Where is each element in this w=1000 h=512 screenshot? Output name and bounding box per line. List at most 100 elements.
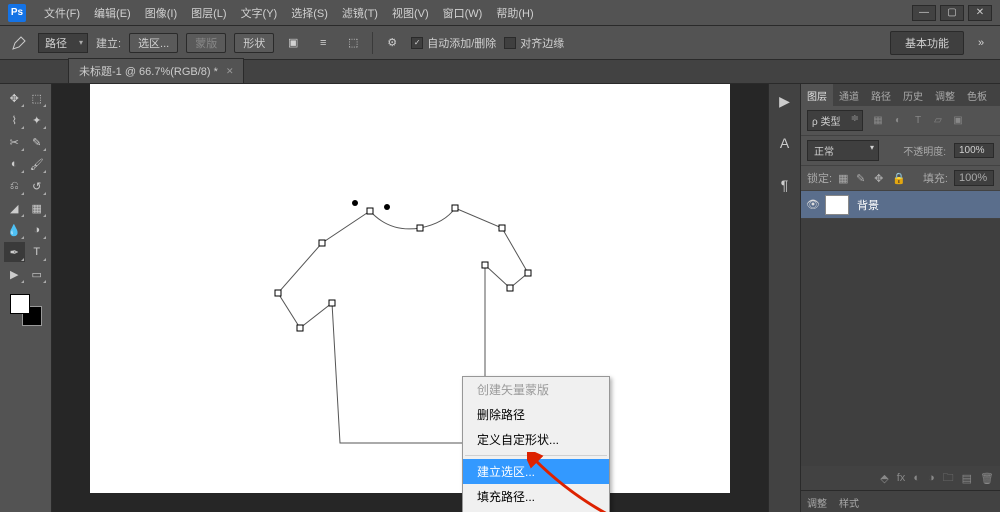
fx-icon[interactable]: fx <box>897 472 906 484</box>
wand-tool[interactable]: ✦ <box>27 110 48 130</box>
new-layer-icon[interactable]: ▤ <box>962 472 972 485</box>
minimize-button[interactable]: — <box>912 5 936 21</box>
ctx-make-selection[interactable]: 建立选区... <box>463 459 609 484</box>
filter-smart-icon[interactable]: ▣ <box>951 114 965 128</box>
menu-view[interactable]: 视图(V) <box>386 2 435 24</box>
selection-button[interactable]: 选区... <box>129 33 178 53</box>
close-button[interactable]: ✕ <box>968 5 992 21</box>
trash-icon[interactable]: 🗑 <box>980 472 994 485</box>
brush-tool[interactable]: 🖌 <box>27 154 48 174</box>
menu-help[interactable]: 帮助(H) <box>490 2 539 24</box>
gear-icon[interactable]: ⚙ <box>381 32 403 54</box>
menu-select[interactable]: 选择(S) <box>285 2 334 24</box>
lock-trans-icon[interactable]: ▦ <box>838 172 850 184</box>
basic-function-button[interactable]: 基本功能 <box>890 31 964 55</box>
tab-history[interactable]: 历史 <box>897 84 929 106</box>
layer-list: 👁 背景 <box>801 191 1000 466</box>
crop-tool[interactable]: ✂ <box>4 132 25 152</box>
paragraph-icon[interactable]: ¶ <box>775 176 795 194</box>
filter-shape-icon[interactable]: ▱ <box>931 114 945 128</box>
ctx-fill-path[interactable]: 填充路径... <box>463 484 609 509</box>
ctx-delete-path[interactable]: 删除路径 <box>463 402 609 427</box>
tab-layers[interactable]: 图层 <box>801 84 833 106</box>
adjust-layer-icon[interactable]: ◑ <box>928 472 935 484</box>
shape-tool[interactable]: ▭ <box>27 264 48 284</box>
gradient-tool[interactable]: ▦ <box>27 198 48 218</box>
lasso-tool[interactable]: ⌇ <box>4 110 25 130</box>
ctx-define-shape[interactable]: 定义自定形状... <box>463 427 609 452</box>
document-tab[interactable]: 未标题-1 @ 66.7%(RGB/8) * ✕ <box>68 58 244 83</box>
blur-tool[interactable]: 💧 <box>4 220 25 240</box>
tab-adjust[interactable]: 调整 <box>929 84 961 106</box>
layer-name[interactable]: 背景 <box>857 197 879 213</box>
tab-color[interactable]: 色板 <box>961 84 993 106</box>
play-icon[interactable]: ▶ <box>775 92 795 110</box>
filter-adjust-icon[interactable]: ◐ <box>891 114 905 128</box>
color-swatch[interactable] <box>10 294 42 326</box>
ctx-separator <box>465 455 607 456</box>
tab-paths[interactable]: 路径 <box>865 84 897 106</box>
tab-channels[interactable]: 通道 <box>833 84 865 106</box>
menu-layer[interactable]: 图层(L) <box>185 2 232 24</box>
toolbox: ✥⬚ ⌇✦ ✂✎ ◐🖌 ⎌↺ ◢▦ 💧◑ ✒T ▶▭ <box>0 84 52 512</box>
maximize-button[interactable]: ▢ <box>940 5 964 21</box>
blend-mode-dropdown[interactable]: 正常 <box>807 140 879 161</box>
mask-icon[interactable]: ◐ <box>913 472 920 484</box>
workspace: ✥⬚ ⌇✦ ✂✎ ◐🖌 ⎌↺ ◢▦ 💧◑ ✒T ▶▭ 创建矢量蒙版 <box>0 84 1000 512</box>
close-tab-icon[interactable]: ✕ <box>226 66 234 77</box>
fill-label: 填充: <box>923 170 948 186</box>
folder-icon[interactable]: 🗀 <box>943 469 954 488</box>
foreground-color[interactable] <box>10 294 30 314</box>
move-tool[interactable]: ✥ <box>4 88 25 108</box>
align-icon[interactable]: ≡ <box>312 32 334 54</box>
history-brush-tool[interactable]: ↺ <box>27 176 48 196</box>
stamp-tool[interactable]: ⎌ <box>4 176 25 196</box>
auto-add-checkbox[interactable]: ✓自动添加/删除 <box>411 35 496 51</box>
menu-window[interactable]: 窗口(W) <box>437 2 489 24</box>
combine-icon[interactable]: ▣ <box>282 32 304 54</box>
lock-pos-icon[interactable]: ✥ <box>874 172 886 184</box>
type-panel-icon[interactable]: A <box>775 134 795 152</box>
marquee-tool[interactable]: ⬚ <box>27 88 48 108</box>
shape-button[interactable]: 形状 <box>234 33 274 53</box>
menu-type[interactable]: 文字(Y) <box>235 2 284 24</box>
heal-tool[interactable]: ◐ <box>4 154 25 174</box>
path-select-tool[interactable]: ▶ <box>4 264 25 284</box>
filter-type-dropdown[interactable]: ρ 类型 <box>807 110 863 131</box>
canvas-area[interactable]: 创建矢量蒙版 删除路径 定义自定形状... 建立选区... 填充路径... 描边… <box>52 84 768 512</box>
layer-thumbnail[interactable] <box>825 195 849 215</box>
visibility-icon[interactable]: 👁 <box>801 198 825 211</box>
menu-file[interactable]: 文件(F) <box>38 2 86 24</box>
min-panel-icon[interactable]: » <box>970 32 992 54</box>
link-icon[interactable]: ⬘ <box>880 472 888 485</box>
opacity-value[interactable]: 100% <box>954 143 994 158</box>
arrange-icon[interactable]: ⬚ <box>342 32 364 54</box>
dodge-tool[interactable]: ◑ <box>27 220 48 240</box>
fill-value[interactable]: 100% <box>954 170 994 186</box>
title-bar: Ps 文件(F) 编辑(E) 图像(I) 图层(L) 文字(Y) 选择(S) 滤… <box>0 0 1000 26</box>
canvas[interactable] <box>90 84 730 493</box>
filter-type-icon[interactable]: T <box>911 114 925 128</box>
app-logo: Ps <box>8 4 26 22</box>
eraser-tool[interactable]: ◢ <box>4 198 25 218</box>
pen-tool-icon[interactable] <box>8 32 30 54</box>
tab-adjust2[interactable]: 调整 <box>801 491 833 512</box>
lock-all-icon[interactable]: 🔒 <box>892 172 904 184</box>
ctx-create-vector-mask[interactable]: 创建矢量蒙版 <box>463 377 609 402</box>
layer-row[interactable]: 👁 背景 <box>801 191 1000 219</box>
pen-tool[interactable]: ✒ <box>4 242 25 262</box>
mask-button[interactable]: 蒙版 <box>186 33 226 53</box>
align-edge-checkbox[interactable]: 对齐边缘 <box>504 35 564 51</box>
separator <box>372 32 373 54</box>
opacity-label: 不透明度: <box>903 143 946 158</box>
menu-edit[interactable]: 编辑(E) <box>88 2 137 24</box>
lock-paint-icon[interactable]: ✎ <box>856 172 868 184</box>
mode-dropdown[interactable]: 路径 <box>38 33 88 53</box>
type-tool[interactable]: T <box>27 242 48 262</box>
menu-image[interactable]: 图像(I) <box>139 2 183 24</box>
layer-panel-footer: ⬘ fx ◐ ◑ 🗀 ▤ 🗑 <box>801 466 1000 490</box>
filter-pixel-icon[interactable]: ▦ <box>871 114 885 128</box>
menu-filter[interactable]: 滤镜(T) <box>336 2 384 24</box>
eyedropper-tool[interactable]: ✎ <box>27 132 48 152</box>
tab-style[interactable]: 样式 <box>833 491 865 512</box>
